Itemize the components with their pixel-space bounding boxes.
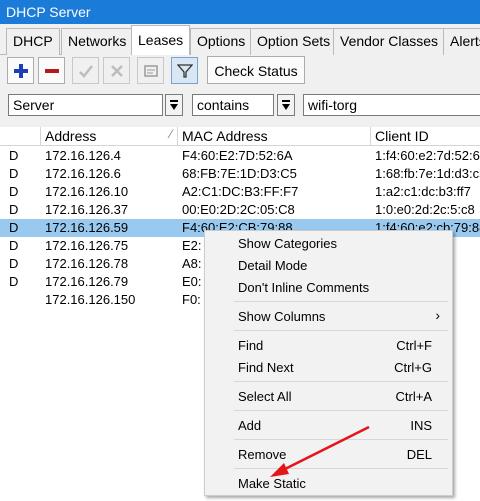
sort-icon: ⁄	[169, 127, 172, 141]
check-status-button[interactable]: Check Status	[207, 56, 305, 84]
enable-button[interactable]	[72, 57, 99, 84]
tab-option-sets[interactable]: Option Sets	[250, 28, 338, 55]
menu-item-label: Don't Inline Comments	[238, 280, 370, 295]
menu-item-label: Remove	[238, 447, 287, 462]
filter-button[interactable]	[171, 57, 198, 84]
cell-address: 172.16.126.6	[45, 166, 121, 181]
cell-address: 172.16.126.59	[45, 220, 129, 235]
checkmark-icon	[78, 64, 93, 78]
menu-item-label: Find Next	[238, 360, 294, 375]
table-row[interactable]: D 172.16.126.4 F4:60:E2:7D:52:6A 1:f4:60:e2…	[0, 147, 480, 165]
menu-item-find-next[interactable]: Find Next Ctrl+G	[205, 356, 452, 378]
cell-address: 172.16.126.79	[45, 274, 129, 289]
cell-mac-address: F4:60:E2:7D:52:6A	[182, 148, 293, 163]
add-button[interactable]	[7, 57, 34, 84]
dropdown-arrow-icon	[170, 100, 178, 110]
table-row[interactable]: D 172.16.126.37 00:E0:2D:2C:05:C8 1:0:e0:2d…	[0, 201, 480, 219]
tab-options[interactable]: Options	[190, 28, 253, 55]
filter-value-input[interactable]: wifi-torg	[303, 94, 480, 116]
cell-client-id: 1:0:e0:2d:2c:5:c8	[375, 202, 475, 217]
menu-item-shortcut: INS	[410, 418, 432, 433]
cell-flag: D	[9, 148, 19, 163]
menu-item-find[interactable]: Find Ctrl+F	[205, 334, 452, 356]
filter-operator-select[interactable]: contains	[192, 94, 274, 116]
column-header-client-id[interactable]: Client ID	[371, 127, 480, 146]
menu-item-label: Show Categories	[238, 236, 337, 251]
tab-vendor-classes[interactable]: Vendor Classes	[333, 28, 446, 55]
menu-item-dont-inline-comments[interactable]: Don't Inline Comments	[205, 276, 452, 298]
menu-item-shortcut: DEL	[406, 447, 432, 462]
cell-flag: D	[9, 220, 19, 235]
menu-item-label: Make Static	[238, 476, 306, 491]
cell-mac-address: 00:E0:2D:2C:05:C8	[182, 202, 295, 217]
menu-item-remove[interactable]: Remove DEL	[205, 443, 452, 465]
filter-operator-dropdown[interactable]	[277, 94, 295, 116]
menu-item-select-all[interactable]: Select All Ctrl+A	[205, 385, 452, 407]
submenu-arrow-icon: ›	[435, 307, 440, 323]
minus-icon	[44, 68, 59, 73]
cell-flag: D	[9, 184, 19, 199]
cell-flag	[9, 292, 39, 308]
filter-icon	[176, 63, 193, 78]
column-header-label: Address	[45, 128, 97, 144]
menu-item-shortcut: Ctrl+F	[396, 338, 432, 353]
menu-item-label: Detail Mode	[238, 258, 308, 273]
plus-icon	[13, 63, 28, 78]
menu-separator	[234, 468, 448, 469]
cell-client-id: 1:68:fb:7e:1d:d3:c5	[375, 166, 480, 181]
menu-separator	[234, 381, 448, 382]
comment-icon	[143, 64, 158, 77]
cell-mac-address: A2:C1:DC:B3:FF:F7	[182, 184, 299, 199]
cell-flag: D	[9, 238, 19, 253]
tab-dhcp[interactable]: DHCP	[6, 28, 60, 55]
menu-item-make-static[interactable]: Make Static	[205, 472, 452, 494]
menu-separator	[234, 439, 448, 440]
menu-item-show-columns[interactable]: Show Columns ›	[205, 305, 452, 327]
cell-address: 172.16.126.10	[45, 184, 129, 199]
menu-item-shortcut: Ctrl+G	[394, 360, 432, 375]
comment-button[interactable]	[137, 57, 164, 84]
cell-client-id: 1:a2:c1:dc:b3:ff7	[375, 184, 471, 199]
tab-networks[interactable]: Networks	[61, 28, 134, 55]
window-title: DHCP Server	[0, 0, 480, 24]
cell-address: 172.16.126.150	[45, 292, 136, 307]
table-row[interactable]: D 172.16.126.6 68:FB:7E:1D:D3:C5 1:68:fb:7e…	[0, 165, 480, 183]
context-menu: Show Categories Detail Mode Don't Inline…	[204, 230, 453, 496]
disable-button[interactable]	[103, 57, 130, 84]
cell-mac-address: 68:FB:7E:1D:D3:C5	[182, 166, 297, 181]
filter-field-dropdown[interactable]	[165, 94, 183, 116]
cell-address: 172.16.126.78	[45, 256, 129, 271]
cell-address: 172.16.126.4	[45, 148, 121, 163]
filter-field-select[interactable]: Server	[8, 94, 163, 116]
menu-item-show-categories[interactable]: Show Categories	[205, 232, 452, 254]
column-header-flags[interactable]	[0, 127, 41, 146]
menu-item-label: Add	[238, 418, 262, 433]
table-row[interactable]: D 172.16.126.10 A2:C1:DC:B3:FF:F7 1:a2:c1:d…	[0, 183, 480, 201]
cell-client-id: 1:f4:60:e2:7d:52:6a	[375, 148, 480, 163]
tab-alerts[interactable]: Alerts	[443, 28, 480, 55]
cell-address: 172.16.126.75	[45, 238, 129, 253]
menu-item-label: Select All	[238, 389, 292, 404]
menu-separator	[234, 301, 448, 302]
cell-flag: D	[9, 166, 19, 181]
cell-flag: D	[9, 202, 19, 217]
menu-separator	[234, 410, 448, 411]
menu-separator	[234, 330, 448, 331]
dropdown-arrow-icon	[282, 100, 290, 110]
menu-item-label: Show Columns	[238, 309, 326, 324]
remove-button[interactable]	[38, 57, 65, 84]
tab-leases[interactable]: Leases	[131, 25, 191, 56]
cell-address: 172.16.126.37	[45, 202, 129, 217]
menu-item-detail-mode[interactable]: Detail Mode	[205, 254, 452, 276]
menu-item-label: Find	[238, 338, 264, 353]
column-header-address[interactable]: Address ⁄	[41, 127, 178, 146]
cell-flag: D	[9, 274, 19, 289]
menu-item-shortcut: Ctrl+A	[395, 389, 432, 404]
cross-icon	[110, 64, 123, 77]
menu-item-add[interactable]: Add INS	[205, 414, 452, 436]
column-header-mac-address[interactable]: MAC Address	[178, 127, 371, 146]
cell-flag: D	[9, 256, 19, 271]
